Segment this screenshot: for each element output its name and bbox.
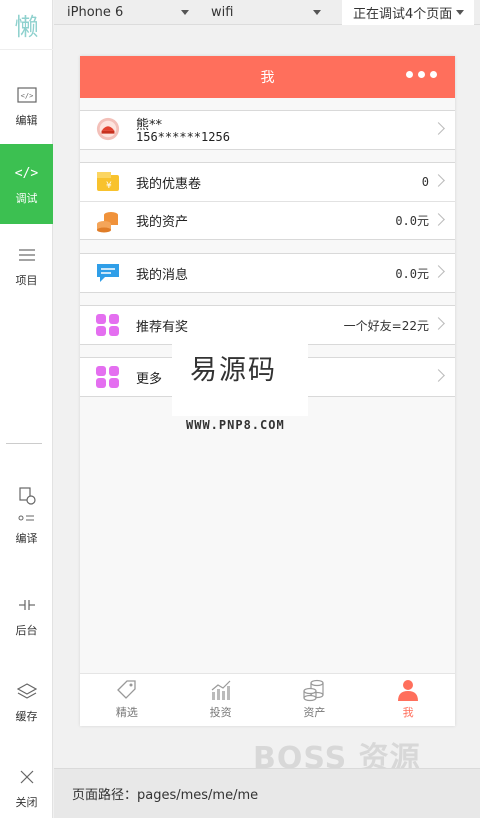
coupon-icon: ¥ [97, 172, 119, 191]
app-logo: 懒 [0, 0, 53, 50]
sidebar-item-cache[interactable]: 缓存 [0, 662, 53, 742]
page-title: 我 [260, 70, 275, 86]
svg-text:¥: ¥ [106, 181, 112, 191]
page-count-select[interactable]: 正在调试4个页面 [342, 0, 474, 25]
tag-icon [116, 680, 136, 699]
tab-me[interactable]: 我 [361, 674, 455, 726]
network-select[interactable]: wifi [211, 0, 331, 25]
list-item-label: 推荐有奖 [136, 319, 189, 335]
sidebar: 懒 </> 编辑 </> 调试 项目 编译 后台 缓存 关闭 [0, 0, 53, 818]
tab-label: 资产 [303, 706, 326, 719]
sidebar-item-debug[interactable]: </> 调试 [0, 144, 53, 224]
list-item-label: 我的优惠卷 [136, 176, 202, 192]
chevron-right-icon [432, 369, 445, 382]
list-item-referral[interactable]: 推荐有奖 一个好友=22元 [80, 306, 455, 344]
watermark-text: 易源码 [190, 355, 277, 386]
menu-icon [18, 244, 36, 266]
chevron-down-icon [456, 10, 464, 15]
chevron-right-icon [432, 174, 445, 187]
sidebar-item-label: 后台 [15, 624, 38, 637]
tab-label: 精选 [115, 706, 138, 719]
chevron-right-icon [432, 317, 445, 330]
device-select[interactable]: iPhone 6 [67, 0, 189, 25]
tab-label: 投资 [209, 706, 232, 719]
close-icon [20, 766, 34, 788]
sidebar-divider [6, 443, 42, 444]
sidebar-item-project[interactable]: 项目 [0, 226, 53, 306]
more-menu-icon[interactable] [406, 71, 437, 78]
nav-bar: 我 [80, 56, 455, 98]
list-item-label: 我的消息 [136, 267, 189, 283]
grid-icon [96, 314, 119, 336]
watermark: 易源码 [172, 340, 308, 416]
logo-glyph: 懒 [14, 13, 39, 41]
chart-icon [211, 680, 231, 700]
sidebar-item-label: 编辑 [15, 114, 38, 127]
chevron-right-icon [432, 213, 445, 226]
referral-group: 推荐有奖 一个好友=22元 [80, 305, 455, 345]
grid-icon [96, 366, 119, 388]
sidebar-item-label: 编译 [15, 532, 38, 545]
sidebar-item-close[interactable]: 关闭 [0, 748, 53, 818]
network-select-value: wifi [211, 5, 234, 20]
svg-text:</>: </> [20, 92, 33, 100]
page-count-select-value: 正在调试4个页面 [353, 7, 453, 22]
chevron-right-icon [432, 122, 445, 135]
list-item-messages[interactable]: 我的消息 0.0元 [80, 254, 455, 292]
backend-icon [18, 594, 36, 616]
tab-label: 我 [402, 706, 414, 719]
tab-bar: 精选 投资 资产 我 [80, 673, 455, 726]
assets-value: 0.0元 [395, 214, 429, 228]
code-icon: </> [14, 165, 39, 181]
page-path: 页面路径：pages/mes/me/me [72, 788, 259, 803]
message-icon [97, 264, 119, 282]
list-item-assets[interactable]: 我的资产 0.0元 [80, 201, 455, 239]
sidebar-item-label: 项目 [15, 274, 38, 287]
compile-icon [17, 484, 37, 524]
toolbar: iPhone 6 wifi 正在调试4个页面 [54, 0, 480, 25]
device-select-value: iPhone 6 [67, 5, 124, 20]
list-item-coupon[interactable]: ¥ 我的优惠卷 0 [80, 163, 455, 201]
coins-icon [97, 212, 118, 233]
list-item-label: 更多 [136, 371, 163, 387]
watermark-url: WWW.PNP8.COM [186, 418, 285, 432]
sidebar-item-edit[interactable]: </> 编辑 [0, 66, 53, 146]
chevron-down-icon [313, 10, 321, 15]
referral-value: 一个好友=22元 [343, 318, 429, 333]
chevron-right-icon [432, 265, 445, 278]
list-item-label: 我的资产 [136, 215, 189, 230]
tab-featured[interactable]: 精选 [80, 674, 174, 726]
sidebar-item-label: 缓存 [15, 710, 38, 723]
code-bracket-icon: </> [16, 84, 37, 106]
page-path-bar: 页面路径：pages/mes/me/me [54, 768, 480, 818]
profile-card[interactable]: 熊** 156******1256 [80, 110, 455, 150]
sidebar-item-compile[interactable]: 编译 [0, 470, 53, 560]
coupon-count: 0 [421, 175, 429, 189]
coins-icon [303, 679, 324, 702]
tab-assets[interactable]: 资产 [268, 674, 362, 726]
chevron-down-icon [181, 10, 189, 15]
sidebar-item-backend[interactable]: 后台 [0, 576, 53, 656]
avatar [96, 117, 120, 141]
sidebar-item-label: 调试 [15, 192, 38, 205]
profile-phone: 156******1256 [136, 130, 230, 144]
sidebar-item-label: 关闭 [15, 796, 38, 809]
messages-value: 0.0元 [395, 266, 429, 281]
tab-invest[interactable]: 投资 [174, 674, 268, 726]
messages-group: 我的消息 0.0元 [80, 253, 455, 293]
wallet-group: ¥ 我的优惠卷 0 我的资产 0.0元 [80, 162, 455, 240]
user-icon [398, 680, 419, 701]
layers-icon [16, 680, 37, 702]
